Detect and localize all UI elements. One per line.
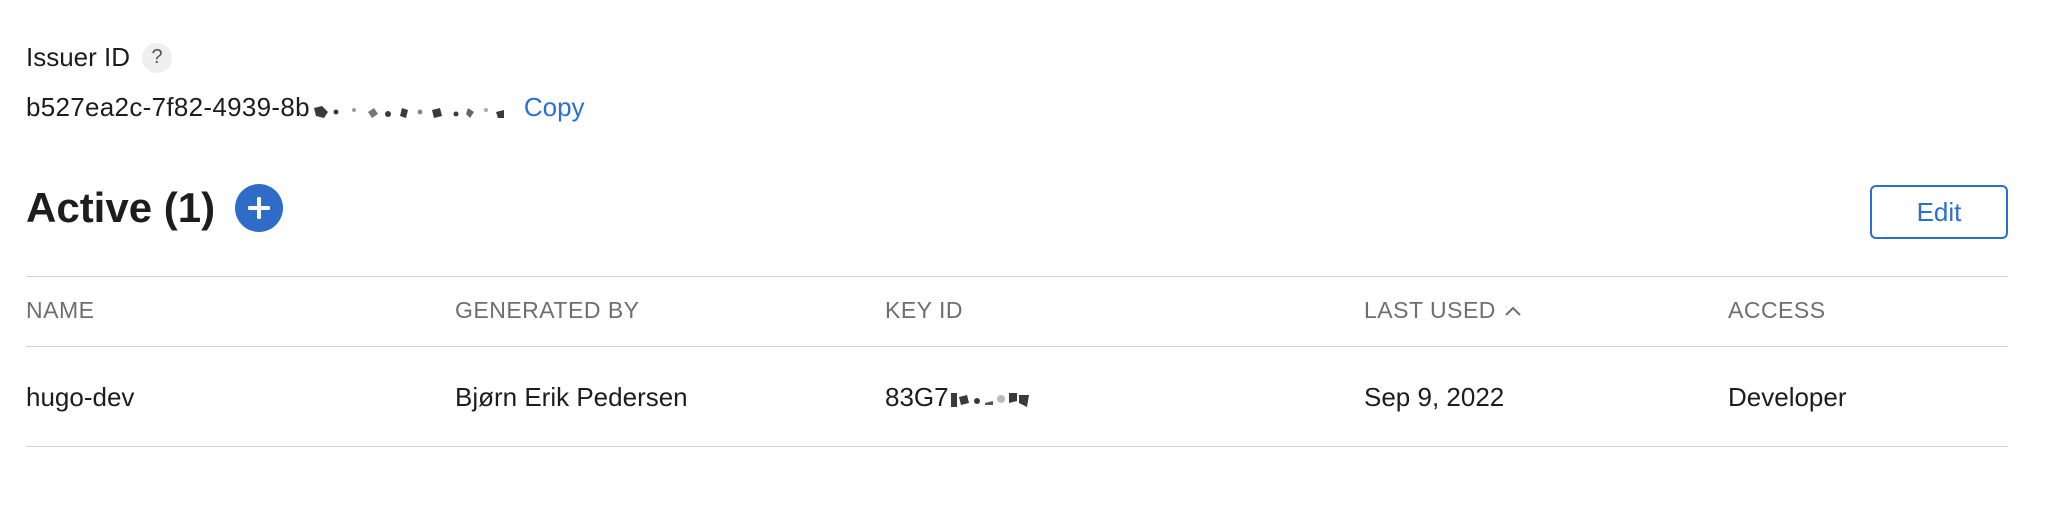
table-bottom-divider <box>26 446 2008 447</box>
column-header-key-id[interactable]: KEY ID <box>885 297 963 324</box>
column-header-last-used[interactable]: LAST USED <box>1364 297 1522 324</box>
row-key-id: 83G7 <box>885 382 1045 413</box>
active-keys-header: Active (1) <box>26 184 284 232</box>
edit-button[interactable]: Edit <box>1870 185 2008 239</box>
issuer-id-value: b527ea2c-7f82-4939-8b <box>26 92 510 124</box>
row-key-id-text: 83G7 <box>885 382 949 412</box>
row-name: hugo-dev <box>26 382 135 412</box>
column-header-access[interactable]: ACCESS <box>1728 297 1826 324</box>
copy-link[interactable]: Copy <box>524 92 585 123</box>
redaction-mark <box>949 387 1045 411</box>
issuer-label-row: Issuer ID ? <box>26 42 173 73</box>
issuer-value-row: b527ea2c-7f82-4939-8b Copy <box>26 92 585 124</box>
add-key-button[interactable] <box>235 184 284 232</box>
column-header-generated-by-label: GENERATED BY <box>455 297 640 323</box>
column-header-access-label: ACCESS <box>1728 297 1826 323</box>
row-access: Developer <box>1728 382 1847 412</box>
help-icon[interactable]: ? <box>142 42 173 73</box>
column-header-generated-by[interactable]: GENERATED BY <box>455 297 640 324</box>
chevron-up-icon <box>1504 304 1522 318</box>
plus-icon <box>248 197 271 219</box>
table-header-divider <box>26 346 2008 347</box>
issuer-id-label: Issuer ID <box>26 42 131 72</box>
issuer-id-text: b527ea2c-7f82-4939-8b <box>26 92 310 122</box>
row-last-used: Sep 9, 2022 <box>1364 382 1505 412</box>
section-title: Active (1) <box>26 184 216 231</box>
column-header-key-id-label: KEY ID <box>885 297 963 323</box>
table-top-divider <box>26 276 2008 277</box>
column-header-name[interactable]: NAME <box>26 297 94 324</box>
column-header-last-used-label: LAST USED <box>1364 297 1496 323</box>
column-header-name-label: NAME <box>26 297 95 323</box>
row-generated-by: Bjørn Erik Pedersen <box>455 382 688 412</box>
redaction-mark <box>310 100 510 124</box>
